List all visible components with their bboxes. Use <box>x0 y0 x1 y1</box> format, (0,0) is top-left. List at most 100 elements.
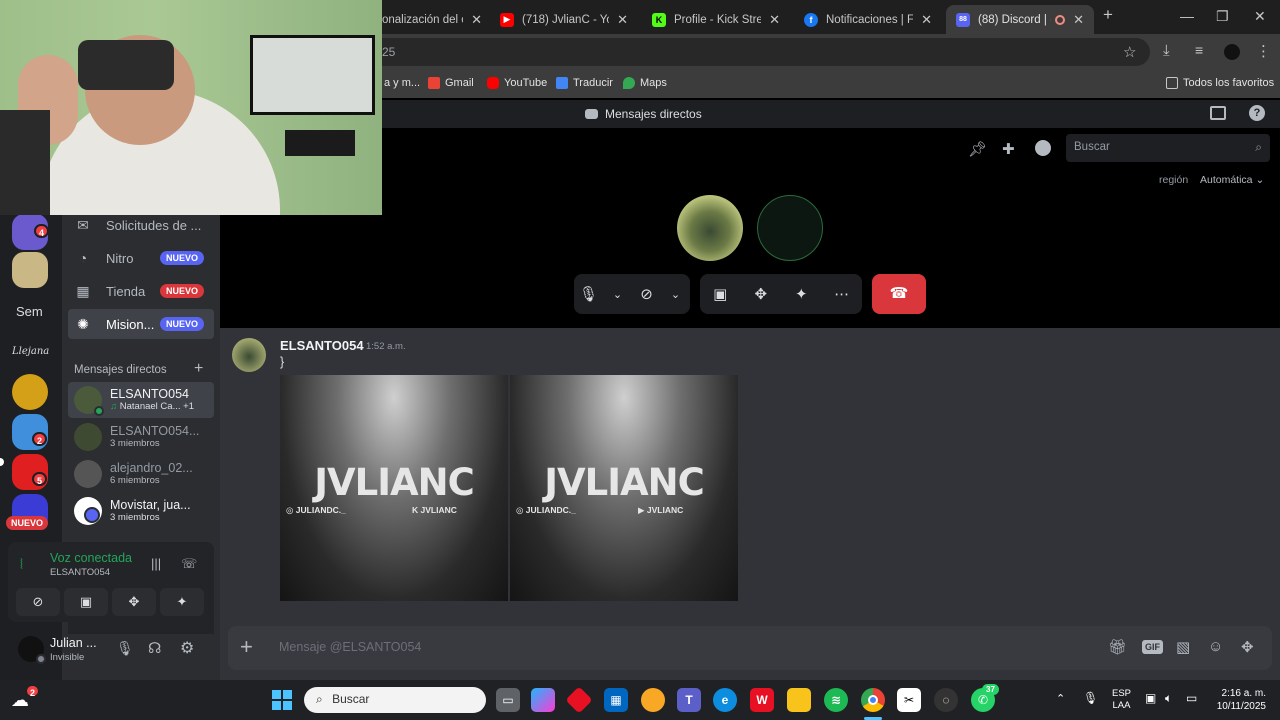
close-tab-icon[interactable]: ✕ <box>921 12 932 28</box>
gift-icon[interactable]: 🎁︎ <box>1108 638 1127 656</box>
dm-item[interactable]: ELSANTO054... 3 miembros <box>68 419 214 455</box>
media-queue-icon[interactable]: ≡ <box>1195 42 1203 58</box>
settings-gear-icon[interactable]: ⚙ <box>180 638 194 658</box>
nav-item-nitro[interactable]: ◔ Nitro NUEVO <box>68 243 214 273</box>
dm-item[interactable]: alejandro_02... 6 miembros <box>68 456 214 492</box>
server-icon[interactable]: 5 <box>12 454 48 490</box>
chevron-up-icon[interactable]: ⌃ <box>1056 692 1065 705</box>
screen-share-icon[interactable]: ▣ <box>706 280 734 308</box>
bookmark-maps[interactable]: Maps <box>623 77 667 89</box>
start-menu-icon[interactable] <box>270 688 294 712</box>
server-icon[interactable] <box>12 374 48 410</box>
activities-icon[interactable]: ✥ <box>112 588 156 616</box>
server-icon[interactable]: 2 <box>12 414 48 450</box>
profile-avatar[interactable] <box>1224 44 1240 60</box>
soundboard-icon[interactable]: ✦ <box>787 280 815 308</box>
soundboard-icon[interactable]: ✦ <box>160 588 204 616</box>
hang-up-button[interactable]: ☎ <box>872 274 926 314</box>
battery-icon[interactable]: ▭ <box>1186 691 1197 705</box>
microphone-icon[interactable]: 🎙︎ <box>116 640 134 657</box>
browser-tab-discord[interactable]: 88 (88) Discord | @E ✕ <box>946 5 1094 34</box>
bookmark-translate[interactable]: Traducir <box>556 77 613 89</box>
gif-icon[interactable]: GIF <box>1142 640 1163 654</box>
nav-item-quests[interactable]: ✺ Mision... NUEVO <box>68 309 214 339</box>
region-select[interactable]: Automática ⌄ <box>1200 174 1264 186</box>
volume-icon[interactable]: 🔈︎ <box>1165 691 1172 706</box>
add-friends-icon[interactable]: ✚ <box>1002 140 1015 158</box>
search-input[interactable]: Buscar ⌕ <box>1066 134 1270 162</box>
close-tab-icon[interactable]: ✕ <box>769 12 780 28</box>
chevron-down-icon[interactable]: ⌄ <box>662 280 690 308</box>
more-options-icon[interactable]: ⋯ <box>828 280 856 308</box>
new-tab-button[interactable]: + <box>1103 5 1113 25</box>
task-view-icon[interactable]: ▭ <box>496 688 520 712</box>
wps-icon[interactable]: W <box>750 688 774 712</box>
server-label-sem[interactable]: Sem <box>16 304 43 319</box>
download-icon[interactable]: ⤓ <box>1163 42 1170 59</box>
nav-item-shop[interactable]: ▦ Tienda NUEVO <box>68 276 214 306</box>
message-input[interactable]: Mensaje @ELSANTO054 <box>279 640 421 654</box>
microphone-icon[interactable]: 🎙︎ <box>1083 691 1098 705</box>
image-attachment[interactable]: JVLIANC ◎ JULIANDC._ K JVLIANC <box>280 375 508 601</box>
python-icon[interactable] <box>641 688 665 712</box>
clock[interactable]: 2:16 a. m. 10/11/2025 <box>1204 687 1266 713</box>
restore-icon[interactable]: ❐ <box>1216 8 1229 25</box>
app-icon[interactable]: ◌ <box>934 688 958 712</box>
camera-off-icon[interactable]: ⊘ <box>633 280 661 308</box>
chrome-icon[interactable] <box>861 688 885 712</box>
file-explorer-icon[interactable] <box>787 688 811 712</box>
pin-icon[interactable]: 📌︎ <box>968 140 987 158</box>
participant-avatar[interactable] <box>677 195 743 261</box>
browser-tab-kick[interactable]: K Profile - Kick Streami ✕ <box>642 5 790 34</box>
microphone-icon[interactable]: 🎙︎ <box>575 280 603 308</box>
bookmark-folder[interactable]: a y m... <box>384 77 420 89</box>
all-bookmarks[interactable]: Todos los favoritos <box>1166 77 1274 89</box>
teams-icon[interactable]: T <box>677 688 701 712</box>
profile-icon[interactable] <box>1035 140 1051 156</box>
bookmark-youtube[interactable]: YouTube <box>487 77 547 89</box>
app-icon[interactable] <box>565 686 593 714</box>
sticker-icon[interactable]: ▧ <box>1176 638 1190 656</box>
spotify-icon[interactable]: ≋ <box>824 688 848 712</box>
microsoft-store-icon[interactable]: ▦ <box>604 688 628 712</box>
chevron-down-icon[interactable]: ⌄ <box>604 280 632 308</box>
dm-item[interactable]: ELSANTO054 ♫ Natanael Ca... +1 <box>68 382 214 418</box>
close-tab-icon[interactable]: ✕ <box>617 12 628 28</box>
screen-share-icon[interactable]: ▣ <box>64 588 108 616</box>
address-bar[interactable]: 25 <box>370 38 1150 66</box>
voice-channel[interactable]: ELSANTO054 <box>50 567 110 578</box>
browser-tab-1[interactable]: onalización del c ✕ <box>372 5 492 34</box>
disconnect-icon[interactable]: ☏ <box>181 556 197 572</box>
dm-item[interactable]: Movistar, jua... 3 miembros <box>68 493 214 529</box>
edge-icon[interactable]: e <box>713 688 737 712</box>
server-icon[interactable] <box>12 252 48 288</box>
message-author[interactable]: ELSANTO054 <box>280 338 364 353</box>
browser-tab-youtube[interactable]: ▶ (718) JvlianC - YouTu ✕ <box>490 5 638 34</box>
help-icon[interactable]: ? <box>1249 105 1265 121</box>
inbox-icon[interactable] <box>1210 106 1226 120</box>
capcut-icon[interactable]: ✂ <box>897 688 921 712</box>
network-icon[interactable]: ▣ <box>1145 691 1156 705</box>
bookmark-gmail[interactable]: Gmail <box>428 77 474 89</box>
close-tab-icon[interactable]: ✕ <box>471 12 482 28</box>
create-dm-button[interactable]: + <box>194 360 203 378</box>
server-icon[interactable]: 4 <box>12 214 50 250</box>
bookmark-star-icon[interactable]: ☆ <box>1123 43 1136 61</box>
user-name[interactable]: Julian ... <box>50 636 97 650</box>
minimize-icon[interactable]: — <box>1180 8 1194 24</box>
activities-icon[interactable]: ✥ <box>747 280 775 308</box>
server-label-script[interactable]: Llejana <box>12 346 49 357</box>
camera-off-icon[interactable]: ⊘ <box>16 588 60 616</box>
headphones-icon[interactable]: ☊ <box>148 639 161 657</box>
close-tab-icon[interactable]: ✕ <box>1073 12 1084 28</box>
image-attachment[interactable]: JVLIANC ◎ JULIANDC._ ▶ JVLIANC <box>510 375 738 601</box>
copilot-icon[interactable] <box>531 688 555 712</box>
language-indicator[interactable]: ESP LAA <box>1112 688 1131 712</box>
close-window-icon[interactable]: ✕ <box>1254 8 1266 25</box>
message-author-avatar[interactable] <box>232 338 266 372</box>
browser-tab-facebook[interactable]: f Notificaciones | Facel ✕ <box>794 5 942 34</box>
noise-suppression-icon[interactable]: ||| <box>151 556 161 571</box>
user-avatar[interactable] <box>18 636 46 664</box>
emoji-icon[interactable]: ☺ <box>1208 638 1223 655</box>
apps-icon[interactable]: ✥ <box>1241 638 1254 656</box>
